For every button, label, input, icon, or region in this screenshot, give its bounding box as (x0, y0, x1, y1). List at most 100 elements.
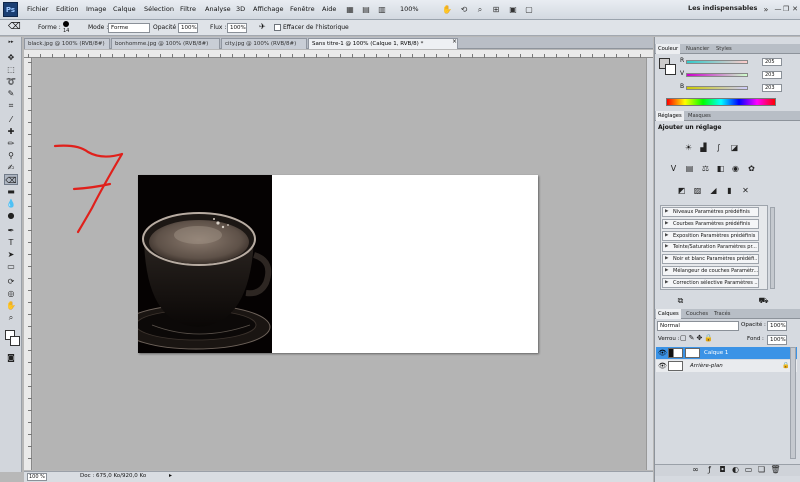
preset-niveaux[interactable]: Niveaux Paramètres prédéfinis (662, 207, 759, 217)
menu-filtre[interactable]: Filtre (180, 5, 196, 13)
horizontal-ruler[interactable] (24, 50, 653, 58)
layer-name[interactable]: Calque 1 (704, 347, 728, 359)
layer-opacity-input[interactable]: 100% (767, 321, 787, 331)
levels-icon[interactable]: ▟ (698, 142, 709, 153)
photo-filter-icon[interactable]: ◉ (730, 163, 741, 174)
gradient-tool-icon[interactable]: ▬ (4, 186, 18, 197)
zoom-tool-icon-2[interactable]: ⌕ (4, 312, 18, 323)
arrange-documents-icon[interactable]: ▣ (507, 4, 519, 15)
menu-fichier[interactable]: Fichier (27, 5, 48, 13)
invert-icon[interactable]: ◩ (676, 185, 687, 196)
lasso-tool-icon[interactable]: ➰ (4, 76, 18, 87)
eraser-tool-icon[interactable]: ⌫ (4, 174, 18, 185)
tab-masques[interactable]: Masques (686, 111, 713, 121)
dodge-tool-icon[interactable]: ● (4, 210, 18, 221)
brush-tool-icon[interactable]: ✏ (4, 138, 18, 149)
selective-color-icon[interactable]: ✕ (740, 185, 751, 196)
crop-tool-icon[interactable]: ⌗ (4, 100, 18, 111)
channel-v-input[interactable]: 203 (762, 71, 782, 79)
menu-image[interactable]: Image (86, 5, 106, 13)
rotate-view-icon[interactable]: ⟲ (458, 4, 470, 15)
hand-tool-icon[interactable]: ✋ (441, 4, 453, 15)
preset-teinte-saturation[interactable]: Teinte/Saturation Paramètres pr... (662, 242, 759, 252)
layer-row-arriere-plan[interactable]: 👁 Arrière-plan 🔒 (656, 360, 797, 372)
menu-affichage[interactable]: Affichage (253, 5, 284, 13)
clip-to-layer-icon[interactable]: ⧉ (675, 295, 686, 306)
exposure-icon[interactable]: ◪ (729, 142, 740, 153)
curves-icon[interactable]: ∫ (713, 142, 724, 153)
workspace-menu-icon[interactable]: » (760, 4, 772, 15)
hand-tool-icon-2[interactable]: ✋ (4, 300, 18, 311)
channel-b-slider[interactable] (686, 86, 748, 90)
tab-styles[interactable]: Styles (714, 44, 734, 54)
color-balance-icon[interactable]: ⚖ (700, 163, 711, 174)
path-selection-tool-icon[interactable]: ➤ (4, 249, 18, 260)
new-group-icon[interactable]: ▭ (743, 464, 754, 475)
hue-saturation-icon[interactable]: ▤ (684, 163, 695, 174)
extras-icon[interactable]: ▥ (376, 4, 388, 15)
mini-bridge-icon[interactable]: ▤ (360, 4, 372, 15)
quick-mask-icon[interactable]: ◙ (4, 352, 18, 363)
channel-r-slider[interactable] (686, 60, 748, 64)
menu-aide[interactable]: Aide (322, 5, 336, 13)
vibrance-icon[interactable]: V (668, 163, 679, 174)
bridge-icon[interactable]: ▦ (344, 4, 356, 15)
brightness-icon[interactable]: ☀ (683, 142, 694, 153)
add-mask-icon[interactable]: ◘ (717, 464, 728, 475)
tab-couches[interactable]: Couches (684, 309, 710, 319)
status-menu-arrow-icon[interactable]: ▸ (169, 472, 172, 479)
grid-icon[interactable]: ⊞ (490, 4, 502, 15)
channel-v-slider[interactable] (686, 73, 748, 77)
posterize-icon[interactable]: ▨ (692, 185, 703, 196)
clone-stamp-tool-icon[interactable]: ⚲ (4, 150, 18, 161)
screen-mode-icon[interactable]: ▢ (523, 4, 535, 15)
link-layers-icon[interactable]: ∞ (690, 464, 701, 475)
layers-scrollbar[interactable] (790, 347, 796, 459)
tab-couleur[interactable]: Couleur (656, 44, 681, 54)
visibility-eye-icon[interactable]: 👁 (658, 360, 667, 372)
tab-reglages[interactable]: Réglages (656, 111, 684, 121)
zoom-level[interactable]: 100% (400, 5, 419, 13)
color-bg-swatch[interactable] (665, 64, 676, 75)
airbrush-icon[interactable]: ✈ (259, 22, 266, 31)
tab-calques[interactable]: Calques (656, 309, 681, 319)
3d-rotate-tool-icon[interactable]: ⟳ (4, 276, 18, 287)
new-adjustment-icon[interactable]: ◐ (730, 464, 741, 475)
preset-melangeur[interactable]: Mélangeur de couches Paramètr... (662, 266, 759, 276)
adjustment-options-icon[interactable]: ⛟ (758, 295, 769, 306)
layer-row-calque-1[interactable]: 👁 Calque 1 (656, 347, 797, 359)
tab-nuancier[interactable]: Nuancier (684, 44, 711, 54)
zoom-tool-icon[interactable]: ⌕ (474, 4, 486, 15)
shape-tool-icon[interactable]: ▭ (4, 261, 18, 272)
menu-calque[interactable]: Calque (113, 5, 136, 13)
vertical-scrollbar[interactable] (646, 58, 653, 470)
brush-tip-icon[interactable] (63, 21, 69, 27)
workspace-switcher[interactable]: Les indispensables (688, 4, 757, 12)
mode-select[interactable]: Forme (108, 23, 150, 33)
channel-r-input[interactable]: 205 (762, 58, 782, 66)
quick-selection-tool-icon[interactable]: ✎ (4, 88, 18, 99)
menu-selection[interactable]: Sélection (144, 5, 174, 13)
healing-brush-tool-icon[interactable]: ✚ (4, 126, 18, 137)
threshold-icon[interactable]: ◢ (708, 185, 719, 196)
visibility-eye-icon[interactable]: 👁 (658, 347, 667, 359)
tab-traces[interactable]: Tracés (712, 309, 732, 319)
close-tab-icon[interactable]: × (452, 38, 457, 45)
channel-b-input[interactable]: 203 (762, 84, 782, 92)
toolbox-grip-icon[interactable]: ▸▸ (4, 39, 18, 45)
black-white-icon[interactable]: ◧ (715, 163, 726, 174)
eraser-preset-icon[interactable]: ⌫ (8, 22, 21, 32)
preset-exposition[interactable]: Exposition Paramètres prédéfinis (662, 231, 759, 241)
pen-tool-icon[interactable]: ✒ (4, 225, 18, 236)
type-tool-icon[interactable]: T (4, 237, 18, 248)
color-spectrum-bar[interactable] (666, 98, 776, 106)
presets-scrollbar[interactable] (770, 207, 775, 289)
tab-sans-titre-1[interactable]: Sans titre-1 @ 100% (Calque 1, RVB/8) * (308, 38, 458, 49)
menu-edition[interactable]: Edition (56, 5, 79, 13)
fill-input[interactable]: 100% (767, 335, 787, 345)
move-tool-icon[interactable]: ✥ (4, 52, 18, 63)
history-brush-tool-icon[interactable]: ✍ (4, 162, 18, 173)
flux-input[interactable]: 100% (227, 23, 247, 33)
menu-analyse[interactable]: Analyse (205, 5, 231, 13)
layer-style-icon[interactable]: ƒ (704, 464, 715, 475)
